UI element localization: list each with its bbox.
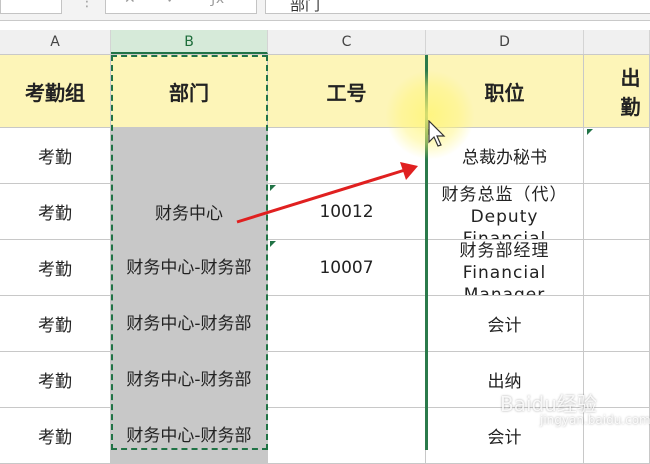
watermark-url: jingyan.baidu.com bbox=[540, 413, 650, 427]
arrow-line bbox=[236, 168, 406, 224]
mouse-cursor-icon bbox=[428, 120, 446, 147]
annotation-arrow bbox=[236, 162, 418, 224]
